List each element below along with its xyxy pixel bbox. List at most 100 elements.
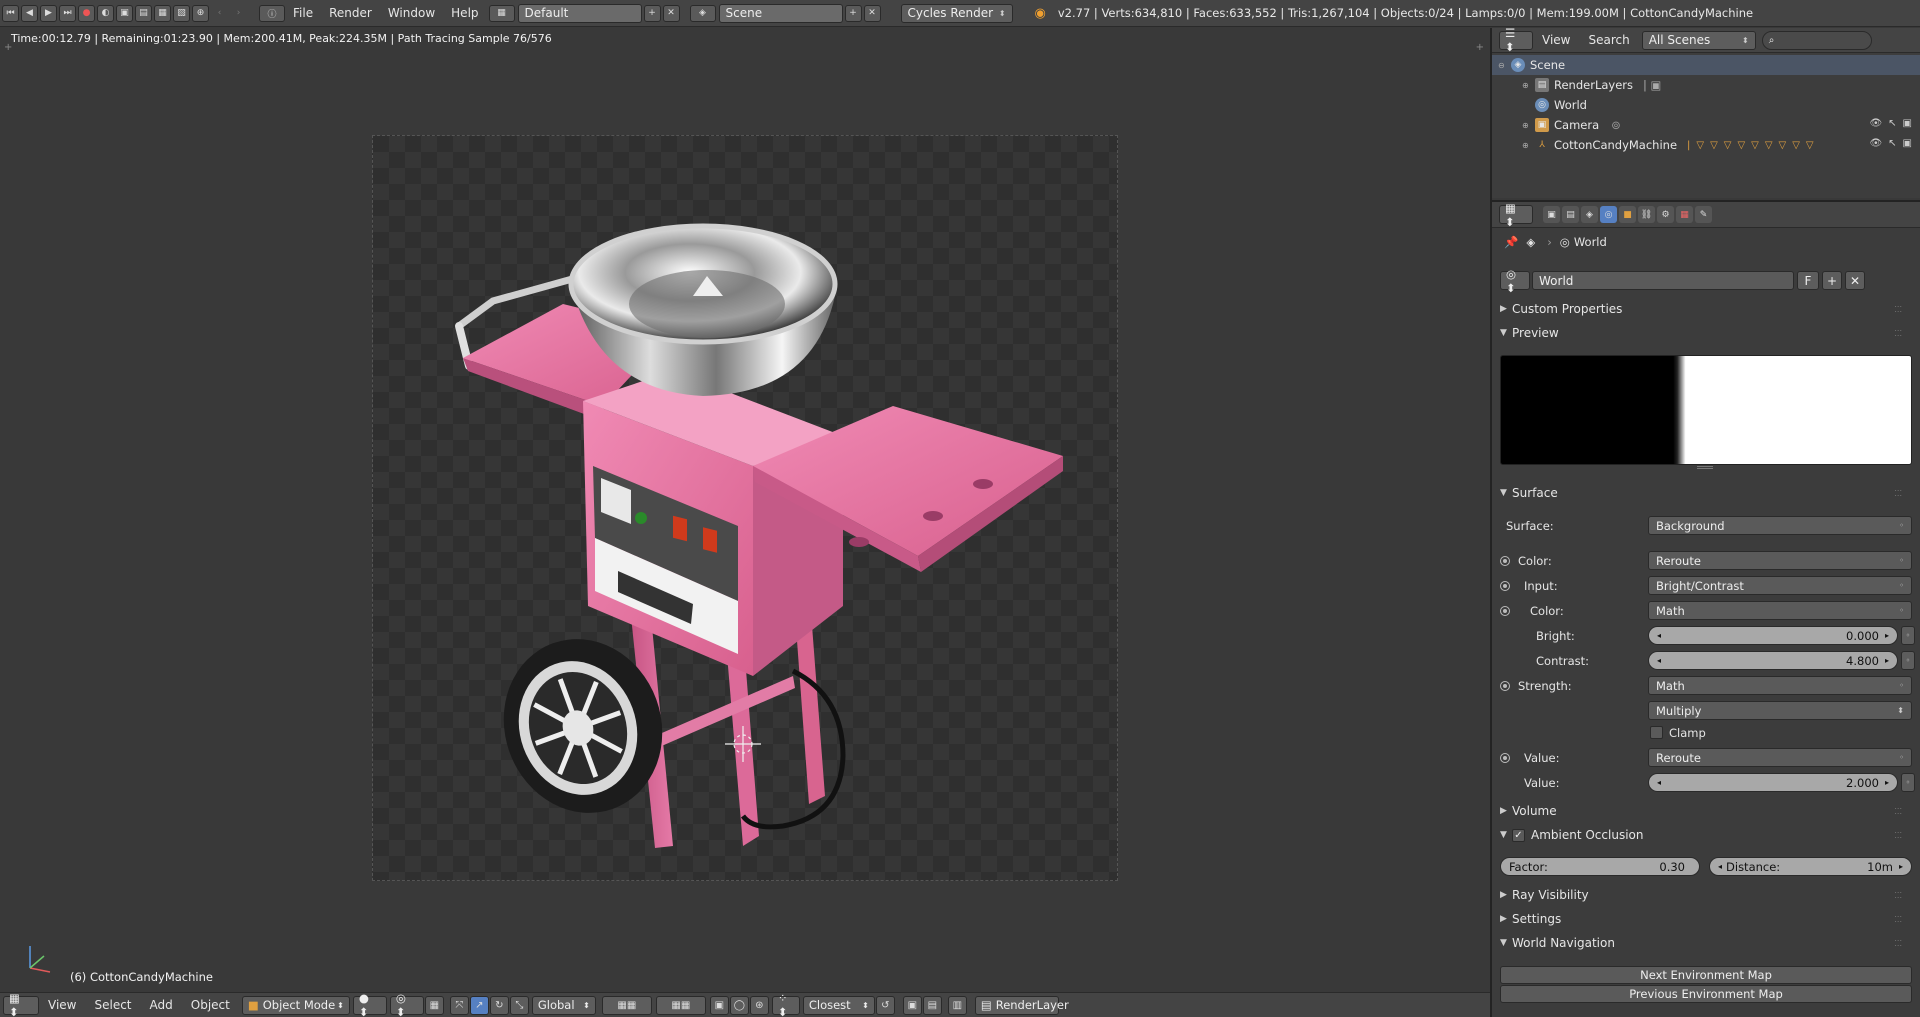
scale-icon[interactable]: ⤡ (509, 995, 529, 1015)
mode-dropdown[interactable]: ■ Object Mode ⬍ (241, 995, 350, 1015)
editor-type-button[interactable]: ▦ ⬍ (1499, 201, 1533, 229)
layout-icon[interactable]: ▦ (488, 4, 515, 22)
prev-keyframe-icon[interactable]: ◀ (21, 4, 38, 22)
clamp-checkbox[interactable] (1650, 726, 1663, 739)
socket-icon[interactable] (1500, 752, 1510, 763)
panel-ambient-occlusion[interactable]: ▼ ✓ Ambient Occlusion ⁚⁚⁚ (1500, 824, 1910, 846)
drag-handle-icon[interactable]: ⁚⁚⁚ (1894, 329, 1902, 338)
translate-icon[interactable]: ↗ (469, 995, 489, 1015)
outliner-search-menu[interactable]: Search (1579, 33, 1638, 47)
contrast-field[interactable]: ◂ 4.800 ▸ (1648, 651, 1898, 670)
pin-icon[interactable]: 📌 (1504, 235, 1518, 249)
menu-help[interactable]: Help (443, 0, 486, 27)
camera-render-icon[interactable]: ▣ (1903, 118, 1912, 129)
next-environment-map-button[interactable]: Next Environment Map (1500, 966, 1912, 984)
panel-surface[interactable]: ▼ Surface ⁚⁚⁚ (1500, 482, 1910, 504)
manipulator-icon[interactable]: ⤧ (449, 995, 469, 1015)
shading-dropdown[interactable]: ● ⬍ (352, 991, 387, 1017)
outliner-row-world[interactable]: ◎ World (1492, 95, 1920, 115)
play-icon[interactable]: ▶ (40, 4, 57, 22)
strength-dropdown[interactable]: Math ◦ (1648, 676, 1912, 695)
unlink-world-button[interactable]: ✕ (1845, 271, 1865, 290)
outliner-row-renderlayers[interactable]: ⊕ ▤ RenderLayers | ▣ (1492, 75, 1920, 95)
menu-file[interactable]: File (285, 0, 321, 27)
pivot-dropdown[interactable]: ◎ ⬍ (389, 991, 424, 1017)
record-icon[interactable]: ● (78, 4, 95, 22)
keying-icon[interactable]: ◐ (97, 4, 114, 22)
opengl-anim-icon[interactable]: ▤ (922, 995, 942, 1015)
orientation-dropdown[interactable]: Global ⬍ (531, 995, 596, 1015)
rotate-icon[interactable]: ↻ (489, 995, 509, 1015)
jump-start-icon[interactable]: ⏮ (2, 4, 19, 22)
image-icon[interactable]: ▣ (116, 4, 133, 22)
drag-handle-icon[interactable]: ⁚⁚⁚ (1894, 915, 1902, 924)
increment-icon[interactable]: ▸ (1885, 778, 1889, 787)
physics-tab-icon[interactable]: ✎ (1695, 206, 1712, 223)
render-layer-dropdown[interactable]: ▤ RenderLayer (974, 995, 1069, 1015)
color-input-dropdown[interactable]: Reroute ◦ (1648, 551, 1912, 570)
new-world-button[interactable]: + (1822, 271, 1842, 290)
menu-object[interactable]: Object (182, 998, 239, 1012)
socket-icon[interactable] (1500, 605, 1510, 616)
increment-icon[interactable]: ▸ (1885, 631, 1889, 640)
add-icon[interactable]: ⊕ (192, 4, 209, 22)
object-tab-icon[interactable]: ■ (1619, 206, 1636, 223)
preview-resize-handle[interactable] (1697, 466, 1713, 469)
panel-custom-properties[interactable]: ▶ Custom Properties ⁚⁚⁚ (1500, 298, 1910, 320)
ao-distance-field[interactable]: ◂ Distance: 10m ▸ (1709, 857, 1912, 876)
outliner-row-camera[interactable]: ⊕ ▣ Camera ⊚ 👁 ↖ ▣ (1492, 115, 1920, 135)
menu-window[interactable]: Window (380, 0, 443, 27)
decrement-icon[interactable]: ◂ (1657, 656, 1661, 665)
socket-link-icon[interactable]: ◦ (1901, 773, 1915, 792)
increment-icon[interactable]: ▸ (1885, 656, 1889, 665)
ao-enable-checkbox[interactable]: ✓ (1512, 828, 1525, 842)
display-mode-dropdown[interactable]: All Scenes ⬍ (1641, 30, 1756, 50)
menu-select[interactable]: Select (85, 998, 140, 1012)
decrement-icon[interactable]: ◂ (1657, 778, 1661, 787)
opengl-render-icon[interactable]: ▣ (902, 995, 922, 1015)
add-layout-icon[interactable]: + (643, 4, 661, 22)
outliner-row-cottoncandymachine[interactable]: ⊕ ⅄ CottonCandyMachine |▽▽▽▽▽▽▽▽▽ 👁 ↖ ▣ (1492, 135, 1920, 155)
camera-render-icon[interactable]: ▣ (1903, 138, 1912, 149)
remove-layout-icon[interactable]: ✕ (662, 4, 680, 22)
expand-icon[interactable]: ⊕ (1522, 121, 1532, 130)
socket-link-icon[interactable]: ◦ (1901, 626, 1915, 645)
drag-handle-icon[interactable]: ⁚⁚⁚ (1894, 807, 1902, 816)
input-dropdown[interactable]: Bright/Contrast ◦ (1648, 576, 1912, 595)
editor-type-icon[interactable]: ⓘ (259, 4, 285, 22)
scene-tab-icon[interactable]: ◈ (1581, 206, 1598, 223)
panel-volume[interactable]: ▶ Volume ⁚⁚⁚ (1500, 800, 1910, 822)
socket-icon[interactable] (1500, 680, 1510, 691)
color2-dropdown[interactable]: Math ◦ (1648, 601, 1912, 620)
texture-tab-icon[interactable]: ▦ (1676, 206, 1693, 223)
surface-shader-dropdown[interactable]: Background ◦ (1648, 516, 1912, 535)
collapse-icon[interactable]: ⊖ (1498, 61, 1508, 70)
decrement-icon[interactable]: ◂ (1657, 631, 1661, 640)
left-arrow-icon[interactable]: ‹ (211, 4, 228, 22)
editor-type-button[interactable]: ▦ ⬍ (3, 991, 39, 1017)
panel-preview[interactable]: ▼ Preview ⁚⁚⁚ (1500, 322, 1910, 344)
render-engine-dropdown[interactable]: Cycles Render ⬍ (900, 3, 1013, 23)
render-tab-icon[interactable]: ▣ (1543, 206, 1560, 223)
cursor-icon[interactable]: ↖ (1888, 138, 1896, 149)
right-arrow-icon[interactable]: › (230, 4, 247, 22)
drag-handle-icon[interactable]: ⁚⁚⁚ (1894, 305, 1902, 314)
previous-environment-map-button[interactable]: Previous Environment Map (1500, 985, 1912, 1003)
menu-render[interactable]: Render (321, 0, 380, 27)
math-operation-dropdown[interactable]: Multiply ⬍ (1648, 701, 1912, 720)
layer-lock-icon[interactable]: ▣ (709, 995, 729, 1015)
world-browse-button[interactable]: ◎ ⬍ (1500, 267, 1530, 295)
scene-dropdown[interactable]: Scene (718, 3, 843, 23)
panel-ray-visibility[interactable]: ▶ Ray Visibility ⁚⁚⁚ (1500, 884, 1910, 906)
expand-icon[interactable]: ⊕ (1522, 141, 1532, 150)
eye-icon[interactable]: 👁 (1869, 138, 1882, 149)
outliner-view-menu[interactable]: View (1533, 33, 1579, 47)
drag-handle-icon[interactable]: ⁚⁚⁚ (1894, 891, 1902, 900)
menu-view[interactable]: View (39, 998, 85, 1012)
render-layer-toggle-icon[interactable]: | ▣ (1643, 78, 1661, 92)
decrement-icon[interactable]: ◂ (1718, 862, 1722, 871)
drag-handle-icon[interactable]: ⁚⁚⁚ (1894, 939, 1902, 948)
add-scene-icon[interactable]: + (844, 4, 862, 22)
modifiers-tab-icon[interactable]: ⚙ (1657, 206, 1674, 223)
bright-field[interactable]: ◂ 0.000 ▸ (1648, 626, 1898, 645)
